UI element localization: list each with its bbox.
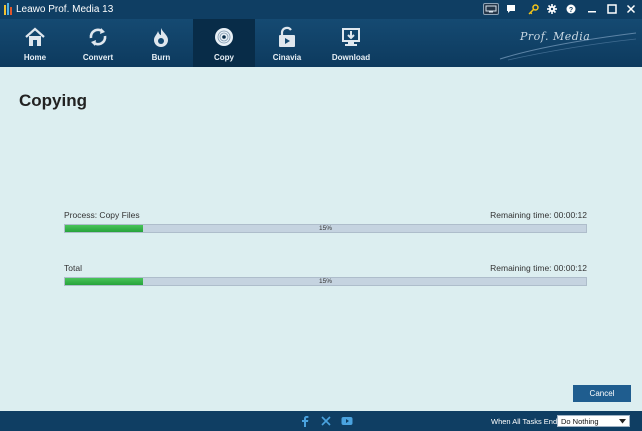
footer-bar: When All Tasks End: Do Nothing [0, 411, 642, 431]
chevron-down-icon [619, 419, 626, 424]
nav-burn-label: Burn [151, 53, 171, 62]
minimize-icon[interactable] [585, 2, 599, 16]
nav-download-label: Download [331, 53, 371, 62]
nav-copy[interactable]: Copy [193, 19, 255, 67]
nav-cinavia-label: Cinavia [272, 53, 302, 62]
nav-convert-label: Convert [82, 53, 114, 62]
nav-convert[interactable]: Convert [67, 19, 129, 67]
copy-disc-icon [212, 25, 236, 49]
burn-icon [149, 25, 173, 49]
download-icon [339, 25, 363, 49]
total-remaining-time: Remaining time: 00:00:12 [490, 263, 587, 273]
main-toolbar: Home Convert Burn Copy Cinavia Download [0, 19, 642, 67]
facebook-icon[interactable] [299, 415, 311, 427]
title-bar: Leawo Prof. Media 13 ? [0, 0, 642, 19]
nav-home-label: Home [23, 53, 47, 62]
when-tasks-end-label: When All Tasks End: [491, 417, 560, 426]
monitor-icon[interactable] [483, 3, 499, 15]
nav-cinavia[interactable]: Cinavia [256, 19, 318, 67]
svg-text:?: ? [569, 7, 573, 14]
when-tasks-end-select[interactable]: Do Nothing [557, 415, 630, 427]
total-percent: 15% [318, 278, 332, 285]
process-remaining-time: Remaining time: 00:00:12 [490, 210, 587, 220]
cancel-button[interactable]: Cancel [573, 385, 631, 402]
home-icon [23, 25, 47, 49]
convert-icon [86, 25, 110, 49]
cinavia-icon [275, 25, 299, 49]
page-title: Copying [19, 91, 87, 110]
total-progress-track: 15% [64, 277, 587, 286]
process-progress-track: 15% [64, 224, 587, 233]
app-logo-icon [4, 3, 12, 15]
help-icon[interactable]: ? [564, 2, 578, 16]
chat-icon[interactable] [504, 2, 518, 16]
brand-logo: Prof. Media [498, 27, 638, 61]
gear-icon[interactable] [545, 2, 559, 16]
brand-text: Prof. Media [520, 30, 591, 43]
process-percent: 15% [318, 225, 332, 232]
maximize-icon[interactable] [605, 2, 619, 16]
total-label: Total [64, 263, 82, 273]
nav-download[interactable]: Download [320, 19, 382, 67]
x-twitter-icon[interactable] [320, 415, 332, 427]
window-title: Leawo Prof. Media 13 [16, 4, 114, 15]
youtube-icon[interactable] [341, 415, 353, 427]
close-icon[interactable] [624, 2, 638, 16]
when-tasks-end-value: Do Nothing [561, 417, 599, 426]
nav-copy-label: Copy [214, 53, 234, 62]
nav-burn[interactable]: Burn [130, 19, 192, 67]
process-label: Process: Copy Files [64, 210, 140, 220]
main-panel: Copying Process: Copy Files Remaining ti… [0, 67, 642, 411]
key-icon[interactable] [526, 2, 540, 16]
nav-home[interactable]: Home [4, 19, 66, 67]
